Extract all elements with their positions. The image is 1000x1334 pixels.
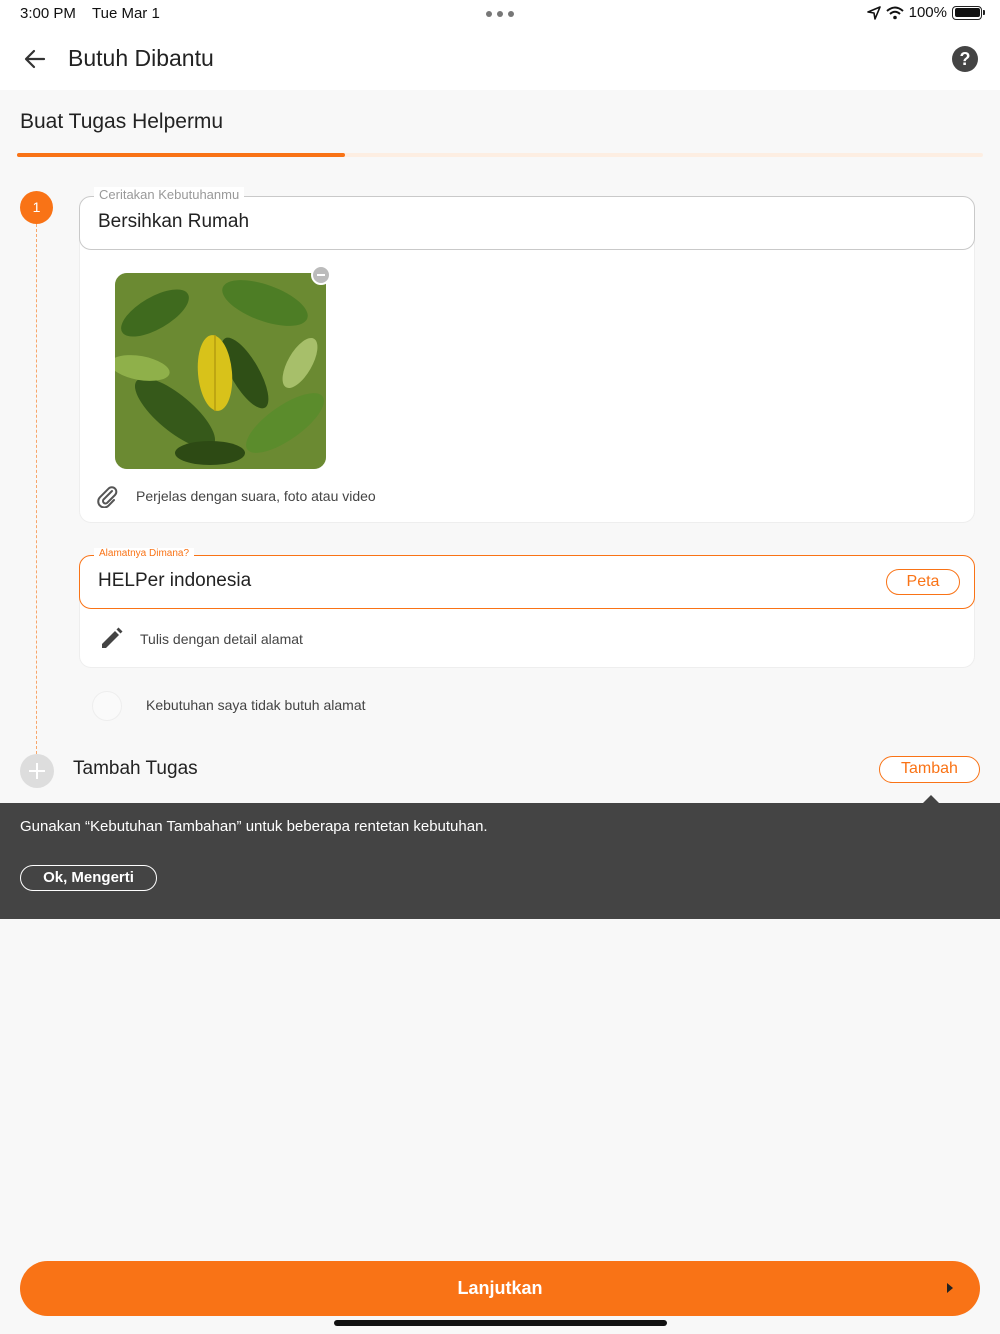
home-indicator[interactable] bbox=[334, 1320, 667, 1326]
battery-icon bbox=[952, 5, 985, 20]
status-bar: 3:00 PM Tue Mar 1 100% bbox=[0, 0, 1000, 28]
progress-track bbox=[17, 153, 983, 157]
address-field[interactable]: Alamatnya Dimana? HELPer indonesia Peta bbox=[79, 548, 975, 609]
pencil-icon[interactable] bbox=[98, 626, 124, 652]
add-task-plus-icon[interactable] bbox=[20, 754, 54, 788]
add-task-button[interactable]: Tambah bbox=[879, 756, 980, 783]
tooltip-ok-button[interactable]: Ok, Mengerti bbox=[20, 865, 157, 891]
tooltip-message: Gunakan “Kebutuhan Tambahan” untuk beber… bbox=[20, 818, 488, 835]
section-title: Buat Tugas Helpermu bbox=[20, 110, 224, 133]
continue-button[interactable]: Lanjutkan bbox=[20, 1261, 980, 1316]
no-address-label[interactable]: Kebutuhan saya tidak butuh alamat bbox=[146, 697, 366, 713]
continue-button-label: Lanjutkan bbox=[457, 1278, 543, 1298]
need-field-value[interactable]: Bersihkan Rumah bbox=[98, 211, 249, 233]
status-time: 3:00 PM bbox=[20, 5, 76, 22]
progress-fill bbox=[17, 153, 346, 157]
battery-percent: 100% bbox=[908, 4, 947, 21]
wifi-icon bbox=[885, 6, 904, 19]
map-button[interactable]: Peta bbox=[886, 569, 960, 595]
caret-right-icon bbox=[947, 1283, 953, 1293]
remove-photo-icon[interactable] bbox=[311, 265, 331, 285]
attached-photo[interactable] bbox=[115, 273, 326, 469]
attachment-hint[interactable]: Perjelas dengan suara, foto atau video bbox=[136, 488, 376, 504]
address-field-label: Alamatnya Dimana? bbox=[94, 548, 195, 559]
address-detail-hint[interactable]: Tulis dengan detail alamat bbox=[140, 631, 303, 647]
add-task-title: Tambah Tugas bbox=[73, 758, 198, 779]
page-title: Butuh Dibantu bbox=[68, 45, 214, 71]
question-icon[interactable]: ? bbox=[952, 46, 978, 72]
need-field-label: Ceritakan Kebutuhanmu bbox=[94, 187, 245, 202]
status-right: 100% bbox=[866, 4, 985, 21]
coachmark-tooltip: Gunakan “Kebutuhan Tambahan” untuk beber… bbox=[0, 803, 1000, 919]
multitasking-dots-icon[interactable] bbox=[486, 11, 514, 17]
status-date: Tue Mar 1 bbox=[92, 5, 160, 22]
step-number-badge: 1 bbox=[20, 191, 53, 224]
address-field-value[interactable]: HELPer indonesia bbox=[98, 570, 251, 592]
paperclip-icon[interactable] bbox=[95, 484, 119, 508]
no-address-checkbox[interactable] bbox=[92, 691, 122, 721]
navbar: Butuh Dibantu ? bbox=[0, 28, 1000, 90]
step-connector-line bbox=[36, 224, 37, 754]
location-arrow-icon bbox=[866, 5, 881, 20]
back-arrow-icon[interactable] bbox=[22, 46, 48, 72]
need-field[interactable]: Ceritakan Kebutuhanmu Bersihkan Rumah bbox=[79, 187, 975, 250]
